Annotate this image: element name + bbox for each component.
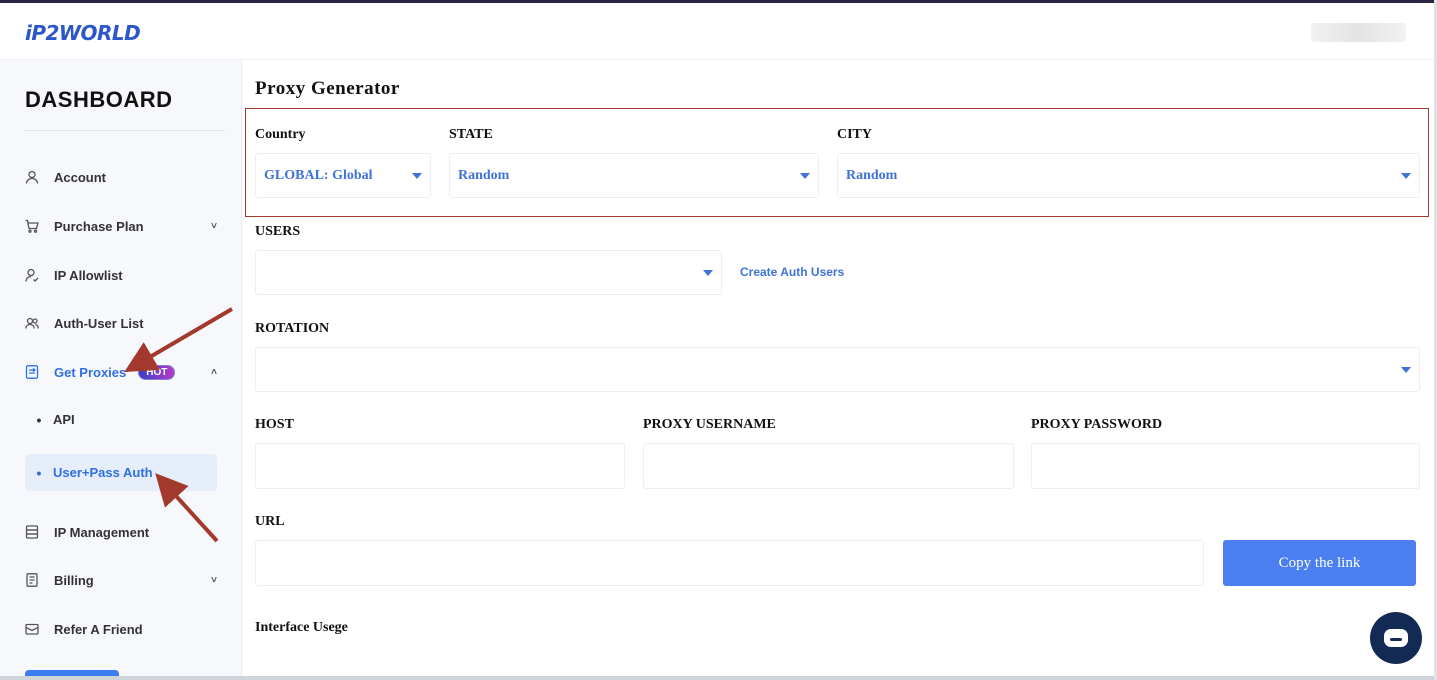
logo-text: iP2WORLD bbox=[25, 21, 141, 45]
user-check-icon bbox=[25, 268, 39, 282]
top-header: iP2WORLD bbox=[0, 3, 1437, 60]
user-icon bbox=[25, 170, 39, 184]
host-input[interactable] bbox=[255, 443, 625, 489]
hot-badge: HOT bbox=[138, 364, 176, 380]
copy-link-button[interactable]: Copy the link bbox=[1223, 540, 1416, 586]
bullet-icon: • bbox=[36, 411, 42, 428]
users-icon bbox=[25, 316, 39, 330]
state-label: STATE bbox=[449, 127, 493, 142]
rotation-select[interactable] bbox=[255, 347, 1420, 392]
sidebar-item-account[interactable]: Account bbox=[25, 159, 217, 195]
caret-down-icon bbox=[800, 173, 810, 179]
sidebar-subitem-user-pass-auth[interactable]: • User+Pass Auth bbox=[25, 454, 217, 491]
proxy-password-input[interactable] bbox=[1031, 443, 1420, 489]
cart-icon bbox=[25, 219, 39, 233]
country-label: Country bbox=[255, 127, 306, 142]
caret-down-icon bbox=[703, 270, 713, 276]
proxy-password-label: PROXY PASSWORD bbox=[1031, 417, 1163, 432]
country-select[interactable]: GLOBAL: Global bbox=[255, 153, 431, 198]
dashboard-title: DASHBOARD bbox=[25, 87, 173, 112]
chevron-down-icon: ˅ bbox=[211, 574, 217, 586]
sidebar-item-get-proxies[interactable]: Get Proxies HOT ˄ bbox=[25, 354, 217, 390]
state-value: Random bbox=[458, 167, 510, 183]
sidebar-item-billing[interactable]: Billing ˅ bbox=[25, 562, 217, 598]
sidebar-item-purchase-plan[interactable]: Purchase Plan ˅ bbox=[25, 208, 217, 244]
sidebar-item-label: Account bbox=[54, 169, 106, 185]
rotation-label: ROTATION bbox=[255, 321, 330, 336]
host-label: HOST bbox=[255, 417, 294, 432]
sidebar-item-label: Refer A Friend bbox=[54, 621, 143, 637]
sidebar: DASHBOARD Account Purchase Plan ˅ IP All… bbox=[0, 60, 242, 680]
create-auth-users-link[interactable]: Create Auth Users bbox=[740, 265, 844, 279]
sidebar-item-refer-a-friend[interactable]: Refer A Friend bbox=[25, 611, 217, 647]
sidebar-item-auth-user-list[interactable]: Auth-User List bbox=[25, 305, 217, 341]
chevron-up-icon: ˄ bbox=[211, 366, 217, 378]
url-label: URL bbox=[255, 514, 285, 529]
receipt-icon bbox=[25, 573, 39, 587]
bullet-icon: • bbox=[36, 464, 42, 481]
url-input[interactable] bbox=[255, 540, 1204, 586]
mail-icon bbox=[25, 622, 39, 636]
city-value: Random bbox=[846, 167, 898, 183]
city-label: CITY bbox=[837, 127, 873, 142]
users-label: USERS bbox=[255, 224, 301, 239]
sidebar-item-label: Purchase Plan bbox=[54, 218, 144, 234]
proxy-username-label: PROXY USERNAME bbox=[643, 417, 776, 432]
caret-down-icon bbox=[1401, 173, 1411, 179]
server-icon bbox=[25, 525, 39, 539]
chevron-down-icon: ˅ bbox=[211, 220, 217, 232]
proxy-icon bbox=[25, 365, 39, 379]
window-bottom-strip bbox=[0, 676, 1437, 680]
brand-logo[interactable]: iP2WORLD bbox=[25, 21, 141, 45]
state-select[interactable]: Random bbox=[449, 153, 819, 198]
page-title: Proxy Generator bbox=[255, 78, 400, 99]
sidebar-item-label: IP Allowlist bbox=[54, 267, 123, 283]
sidebar-subitem-label: API bbox=[53, 412, 75, 427]
caret-down-icon bbox=[412, 173, 422, 179]
sidebar-item-label: IP Management bbox=[54, 524, 150, 540]
main-content: Proxy Generator Country GLOBAL: Global S… bbox=[242, 60, 1437, 680]
sidebar-item-label: Billing bbox=[54, 572, 94, 588]
sidebar-item-ip-allowlist[interactable]: IP Allowlist bbox=[25, 257, 217, 293]
user-account-blurred[interactable] bbox=[1311, 23, 1406, 42]
sidebar-divider bbox=[25, 130, 225, 131]
proxy-username-input[interactable] bbox=[643, 443, 1014, 489]
interface-usage-label: Interface Usege bbox=[255, 620, 348, 635]
chat-support-button[interactable] bbox=[1370, 612, 1422, 664]
sidebar-subitem-label: User+Pass Auth bbox=[53, 465, 153, 480]
sidebar-item-label: Get Proxies bbox=[54, 364, 127, 380]
users-select[interactable] bbox=[255, 250, 722, 295]
caret-down-icon bbox=[1401, 367, 1411, 373]
city-select[interactable]: Random bbox=[837, 153, 1420, 198]
sidebar-item-ip-management[interactable]: IP Management bbox=[25, 514, 217, 550]
sidebar-item-label: Auth-User List bbox=[54, 315, 144, 331]
country-value: GLOBAL: Global bbox=[264, 167, 373, 183]
sidebar-subitem-api[interactable]: • API bbox=[25, 401, 217, 438]
chat-icon bbox=[1384, 629, 1408, 647]
